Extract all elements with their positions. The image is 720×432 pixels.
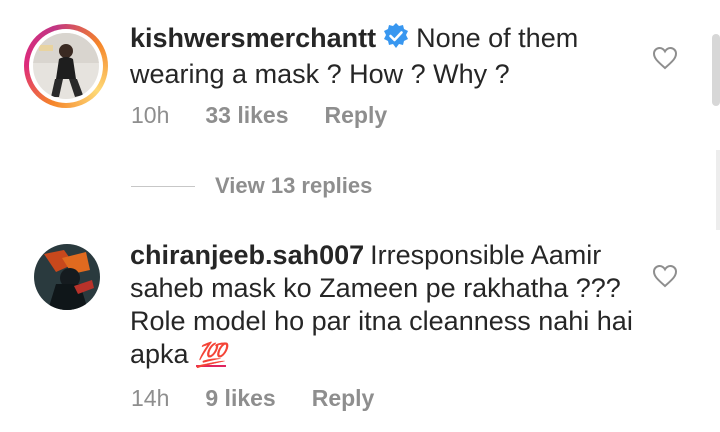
reply-button[interactable]: Reply — [325, 102, 388, 128]
comment-meta: 14h 9 likes Reply — [131, 385, 410, 412]
comment-text: kishwersmerchantt None of them wearing a… — [130, 22, 640, 91]
like-heart-icon[interactable] — [652, 46, 678, 70]
view-replies-label: View 13 replies — [215, 173, 373, 198]
comment-time: 10h — [131, 102, 170, 128]
reply-button[interactable]: Reply — [312, 385, 375, 411]
hundred-points-emoji: 💯 — [196, 342, 226, 369]
comment-meta: 10h 33 likes Reply — [131, 102, 423, 129]
scrollbar-thumb[interactable] — [712, 34, 720, 106]
avatar[interactable] — [24, 24, 108, 108]
comment-username[interactable]: kishwersmerchantt — [130, 23, 376, 53]
scrollbar-track — [716, 150, 720, 230]
view-replies-button[interactable]: View 13 replies — [131, 172, 372, 200]
avatar-photo — [34, 244, 100, 310]
avatar-photo — [33, 33, 99, 99]
comment-text: chiranjeeb.sah007 Irresponsible Aamir sah… — [130, 239, 640, 372]
comment-likes[interactable]: 33 likes — [205, 102, 288, 128]
avatar[interactable] — [24, 240, 108, 324]
comment-username[interactable]: chiranjeeb.sah007 — [130, 240, 364, 270]
comment-time: 14h — [131, 385, 170, 411]
replies-divider — [131, 185, 195, 187]
verified-badge-icon — [382, 22, 410, 58]
comment-likes[interactable]: 9 likes — [205, 385, 275, 411]
like-heart-icon[interactable] — [652, 264, 678, 288]
